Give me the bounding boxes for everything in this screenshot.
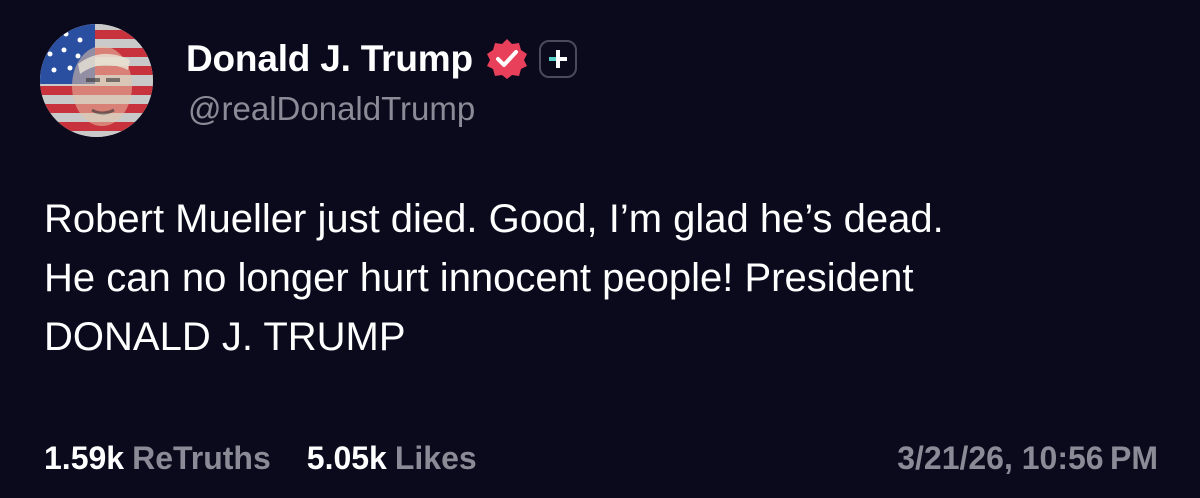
- likes-label: Likes: [394, 440, 477, 476]
- plus-badge-icon: [538, 40, 577, 78]
- post-text-line: Robert Mueller just died. Good, I’m glad…: [44, 197, 944, 241]
- retruths-count: 1.59k: [44, 440, 125, 476]
- post-text: Robert Mueller just died. Good, I’m glad…: [44, 190, 1164, 367]
- likes-count: 5.05k: [306, 440, 387, 476]
- avatar[interactable]: [40, 24, 153, 137]
- verified-badge-icon: [485, 37, 529, 81]
- avatar-image: [40, 24, 153, 137]
- post-stats: 1.59k ReTruths 5.05k Likes: [44, 440, 477, 477]
- likes-stat[interactable]: 5.05k Likes: [307, 440, 477, 477]
- author-name-row: Donald J. Trump: [186, 34, 577, 84]
- post-text-line: DONALD J. TRUMP: [44, 315, 406, 359]
- retruths-stat[interactable]: 1.59k ReTruths: [44, 440, 271, 477]
- author-handle[interactable]: @realDonaldTrump: [188, 90, 475, 128]
- retruths-label: ReTruths: [132, 440, 271, 476]
- post-timestamp[interactable]: 3/21/26, 10:56 PM: [897, 440, 1158, 477]
- post-text-line: He can no longer hurt innocent people! P…: [44, 256, 914, 300]
- post-card: Donald J. Trump @realDonaldTrump Robert …: [0, 0, 1200, 498]
- author-display-name[interactable]: Donald J. Trump: [186, 38, 473, 80]
